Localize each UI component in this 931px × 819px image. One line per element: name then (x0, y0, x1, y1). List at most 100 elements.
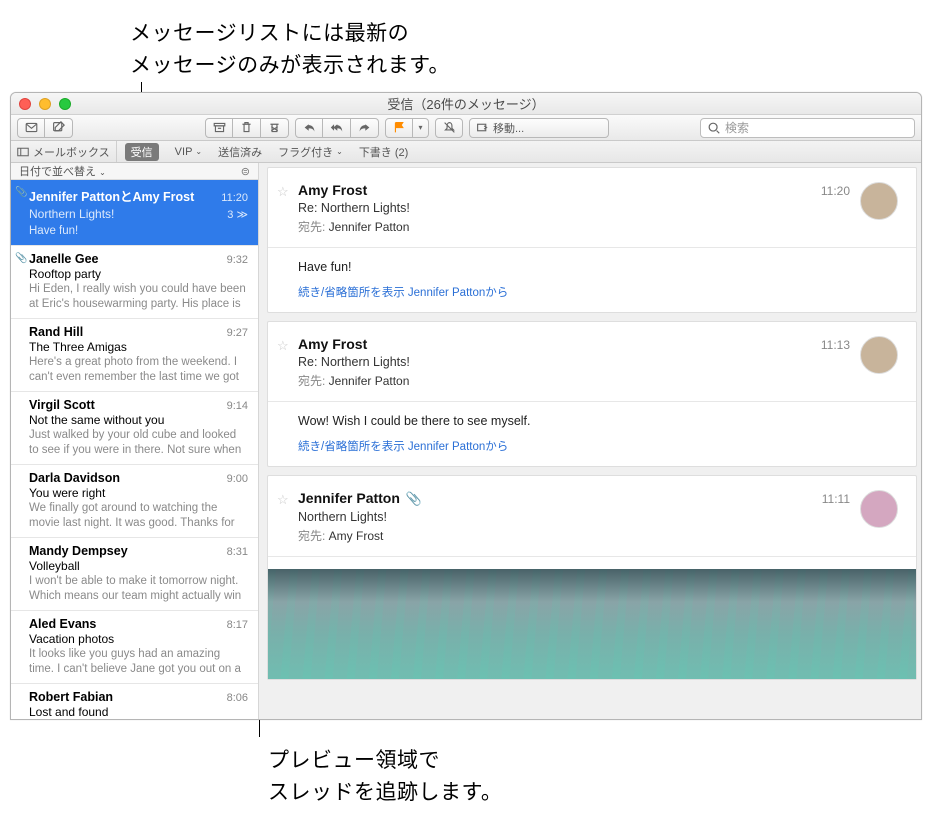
callout-bottom: プレビュー領域で スレッドを追跡します。 (268, 745, 502, 808)
message-row[interactable]: Virgil Scott 9:14 Not the same without you… (11, 392, 258, 465)
content-area: 日付で並べ替え ⌄ ⊜ 📎Jennifer PattonとAmy Frost11… (11, 163, 921, 719)
mute-button[interactable] (435, 118, 463, 138)
thread-time: 11:13 (821, 338, 850, 352)
get-mail-button[interactable] (17, 118, 45, 138)
mail-window: 受信（26件のメッセージ） ▾ 移動... (10, 92, 922, 720)
vip-tab[interactable]: VIP⌄ (167, 141, 210, 162)
flag-menu-button[interactable]: ▾ (413, 118, 429, 138)
message-row[interactable]: Darla Davidson 9:00 You were rightWe final… (11, 465, 258, 538)
message-subject: Vacation photos (29, 632, 114, 646)
message-row[interactable]: Robert Fabian8:06Lost and foundHi everyo… (11, 684, 258, 719)
message-time: 9:27 (227, 327, 248, 339)
chevron-down-icon: ⌄ (195, 147, 202, 156)
avatar (860, 336, 898, 374)
thread-time: 11:11 (822, 492, 850, 506)
thread-body: Have fun! (298, 260, 898, 274)
chevron-down-icon: ▾ (418, 123, 422, 132)
message-row[interactable]: Rand Hill9:27The Three AmigasHere's a gr… (11, 319, 258, 392)
search-field[interactable]: 検索 (700, 118, 915, 138)
reply-icon (303, 121, 316, 134)
message-time: 9:32 (227, 254, 248, 266)
junk-icon (268, 121, 281, 134)
reply-button[interactable] (295, 118, 323, 138)
message-from: Mandy Dempsey (29, 544, 128, 558)
attachment-image[interactable] (268, 569, 916, 679)
thread-subject: Re: Northern Lights! (298, 355, 410, 369)
message-list: 日付で並べ替え ⌄ ⊜ 📎Jennifer PattonとAmy Frost11… (11, 163, 259, 719)
thread-message: ☆Amy FrostRe: Northern Lights!宛先: Jennif… (267, 167, 917, 313)
message-subject: The Three Amigas (29, 340, 127, 354)
star-icon[interactable]: ☆ (277, 338, 289, 354)
thread-from: Jennifer Patton📎 (298, 490, 422, 507)
toolbar: ▾ 移動... 検索 (11, 115, 921, 141)
message-time: 9:00 (227, 473, 248, 485)
message-preview: We finally got around to watching the mo… (29, 501, 248, 531)
message-subject: Volleyball (29, 559, 80, 573)
message-from: Jennifer PattonとAmy Frost (29, 186, 194, 205)
message-row[interactable]: 📎Janelle Gee9:32Rooftop partyHi Eden, I … (11, 246, 258, 319)
callout-top: メッセージリストには最新の メッセージのみが表示されます。 (130, 18, 450, 81)
archive-button[interactable] (205, 118, 233, 138)
titlebar: 受信（26件のメッセージ） (11, 93, 921, 115)
forward-button[interactable] (351, 118, 379, 138)
thread-message: ☆ Jennifer Patton📎 Northern Lights! 宛先: Amy… (267, 475, 917, 680)
bell-slash-icon (443, 121, 456, 134)
message-time: 9:14 (227, 400, 248, 412)
message-from: Darla Davidson (29, 471, 120, 485)
reply-all-button[interactable] (323, 118, 351, 138)
star-icon[interactable]: ☆ (277, 184, 289, 200)
message-row[interactable]: 📎Jennifer PattonとAmy Frost11:20Northern … (11, 180, 258, 246)
junk-button[interactable] (261, 118, 289, 138)
message-from: Janelle Gee (29, 252, 99, 266)
sidebar-icon (17, 146, 29, 158)
filter-icon[interactable]: ⊜ (241, 165, 250, 178)
message-from: Virgil Scott (29, 398, 95, 412)
message-row[interactable]: Aled Evans8:17Vacation photosIt looks li… (11, 611, 258, 684)
message-preview: Have fun! (29, 224, 248, 239)
move-label: 移動... (493, 120, 524, 136)
chevron-down-icon: ⌄ (99, 168, 106, 177)
reply-all-icon (330, 121, 343, 134)
thread-to: 宛先: Amy Frost (298, 527, 422, 544)
message-from: Robert Fabian (29, 690, 113, 704)
move-to-button[interactable]: 移動... (469, 118, 609, 138)
message-time: 11:20 (221, 192, 248, 204)
flag-button[interactable] (385, 118, 413, 138)
flagged-tab[interactable]: フラグ付き⌄ (270, 141, 351, 162)
mailboxes-toggle[interactable]: メールボックス (11, 141, 117, 162)
sort-bar[interactable]: 日付で並べ替え ⌄ ⊜ (11, 163, 258, 180)
move-icon (476, 121, 489, 134)
flag-icon (393, 121, 406, 134)
search-icon (707, 121, 721, 135)
compose-button[interactable] (45, 118, 73, 138)
message-preview: Here's a great photo from the weekend. I… (29, 355, 248, 385)
message-subject: Lost and found (29, 705, 108, 719)
thread-subject: Northern Lights! (298, 510, 422, 524)
message-row[interactable]: Mandy Dempsey8:31VolleyballI won't be ab… (11, 538, 258, 611)
thread-count: 3 ≫ (227, 209, 248, 221)
message-subject: Rooftop party (29, 267, 101, 281)
search-placeholder: 検索 (725, 119, 749, 136)
inbox-tab[interactable]: 受信 (117, 141, 167, 162)
thread-from: Amy Frost (298, 182, 410, 198)
expand-quote-link[interactable]: 続き/省略箇所を表示 Jennifer Pattonから (298, 438, 898, 454)
thread-time: 11:20 (821, 184, 850, 198)
message-subject: Not the same without you (29, 413, 164, 427)
avatar (860, 490, 898, 528)
thread-to: 宛先: Jennifer Patton (298, 372, 410, 389)
message-time: 8:31 (227, 546, 248, 558)
drafts-tab[interactable]: 下書き (2) (351, 141, 417, 162)
avatar (860, 182, 898, 220)
thread-message: ☆ Amy Frost Re: Northern Lights! 宛先: Jennif… (267, 321, 917, 467)
preview-pane: ☆ Amy Frost Re: Northern Lights! 宛先: Jennif… (259, 163, 921, 719)
envelope-icon (25, 121, 38, 134)
message-subject: You were right (29, 486, 105, 500)
expand-quote-link[interactable]: 続き/省略箇所を表示 Jennifer Pattonから (298, 284, 898, 300)
star-icon[interactable]: ☆ (277, 492, 289, 508)
thread-from: Amy Frost (298, 336, 410, 352)
window-title: 受信（26件のメッセージ） (11, 94, 921, 113)
delete-button[interactable] (233, 118, 261, 138)
thread-body: Wow! Wish I could be there to see myself… (298, 414, 898, 428)
message-subject: Northern Lights! (29, 207, 114, 221)
sent-tab[interactable]: 送信済み (210, 141, 270, 162)
